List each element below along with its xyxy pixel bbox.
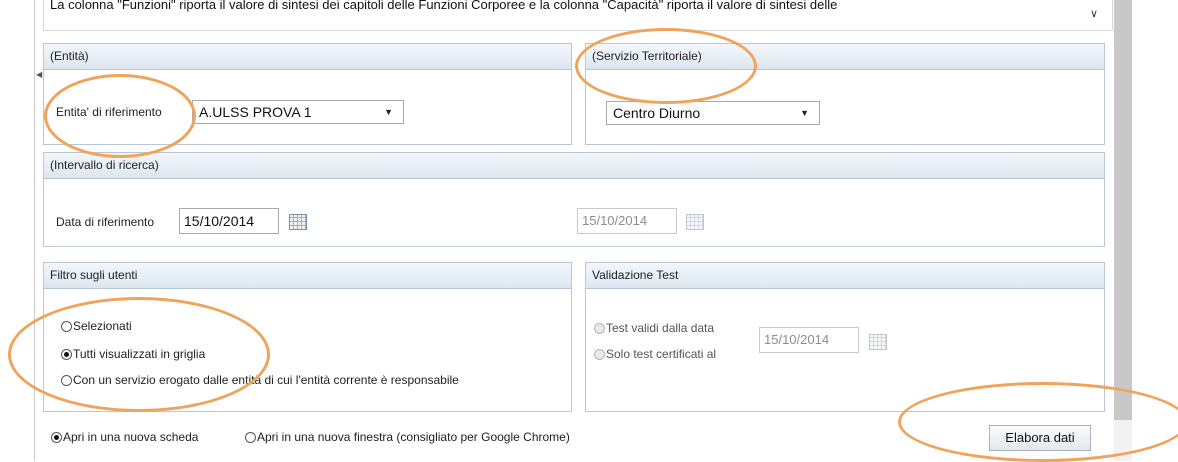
validation-option-label: Test validi dalla data bbox=[606, 321, 715, 335]
collapse-arrow-icon[interactable]: ◀ bbox=[36, 70, 42, 79]
service-select-value: Centro Diurno bbox=[613, 105, 701, 121]
validation-date-input: 15/10/2014 bbox=[759, 327, 859, 353]
dropdown-arrow-icon: ▼ bbox=[800, 108, 809, 118]
annotation-oval bbox=[44, 74, 196, 158]
vertical-scrollbar[interactable] bbox=[1114, 0, 1132, 420]
radio-button-icon bbox=[594, 322, 605, 334]
open-new-tab-option[interactable]: Apri in una nuova scheda bbox=[51, 430, 198, 444]
validation-option-valid: Test validi dalla data bbox=[594, 321, 714, 335]
interval-panel-header: (Intervallo di ricerca) bbox=[44, 153, 1104, 179]
date-label: Data di riferimento bbox=[56, 215, 155, 229]
dropdown-arrow-icon: ▼ bbox=[384, 107, 393, 117]
validation-panel-header: Validazione Test bbox=[586, 263, 1104, 289]
notice-bar: La colonna "Funzioni" riporta il valore … bbox=[43, 0, 1113, 31]
radio-button-icon bbox=[594, 348, 605, 360]
radio-button-icon[interactable] bbox=[245, 431, 256, 443]
date-from-input[interactable]: 15/10/2014 bbox=[179, 208, 279, 234]
validation-option-certified: Solo test certificati al bbox=[594, 347, 716, 361]
validation-option-label: Solo test certificati al bbox=[606, 347, 717, 361]
calendar-icon bbox=[869, 334, 887, 350]
date-to-input: 15/10/2014 bbox=[577, 208, 677, 234]
open-new-window-label: Apri in una nuova finestra (consigliato … bbox=[257, 430, 570, 444]
calendar-icon[interactable] bbox=[289, 214, 307, 230]
open-new-tab-label: Apri in una nuova scheda bbox=[63, 430, 199, 444]
entity-select-value: A.ULSS PROVA 1 bbox=[199, 104, 312, 120]
annotation-oval bbox=[575, 28, 757, 104]
entity-panel-header: (Entità) bbox=[44, 44, 571, 70]
calendar-icon bbox=[686, 214, 704, 230]
service-select[interactable]: Centro Diurno ▼ bbox=[606, 101, 820, 125]
annotation-oval bbox=[898, 382, 1178, 462]
filter-panel-header: Filtro sugli utenti bbox=[44, 263, 571, 289]
open-new-window-option[interactable]: Apri in una nuova finestra (consigliato … bbox=[245, 430, 570, 444]
radio-button-checked-icon[interactable] bbox=[51, 431, 62, 443]
entity-select[interactable]: A.ULSS PROVA 1 ▼ bbox=[192, 100, 404, 124]
annotation-oval bbox=[8, 297, 270, 412]
chevron-down-icon[interactable]: ∨ bbox=[1090, 7, 1098, 20]
notice-text: La colonna "Funzioni" riporta il valore … bbox=[50, 0, 838, 12]
